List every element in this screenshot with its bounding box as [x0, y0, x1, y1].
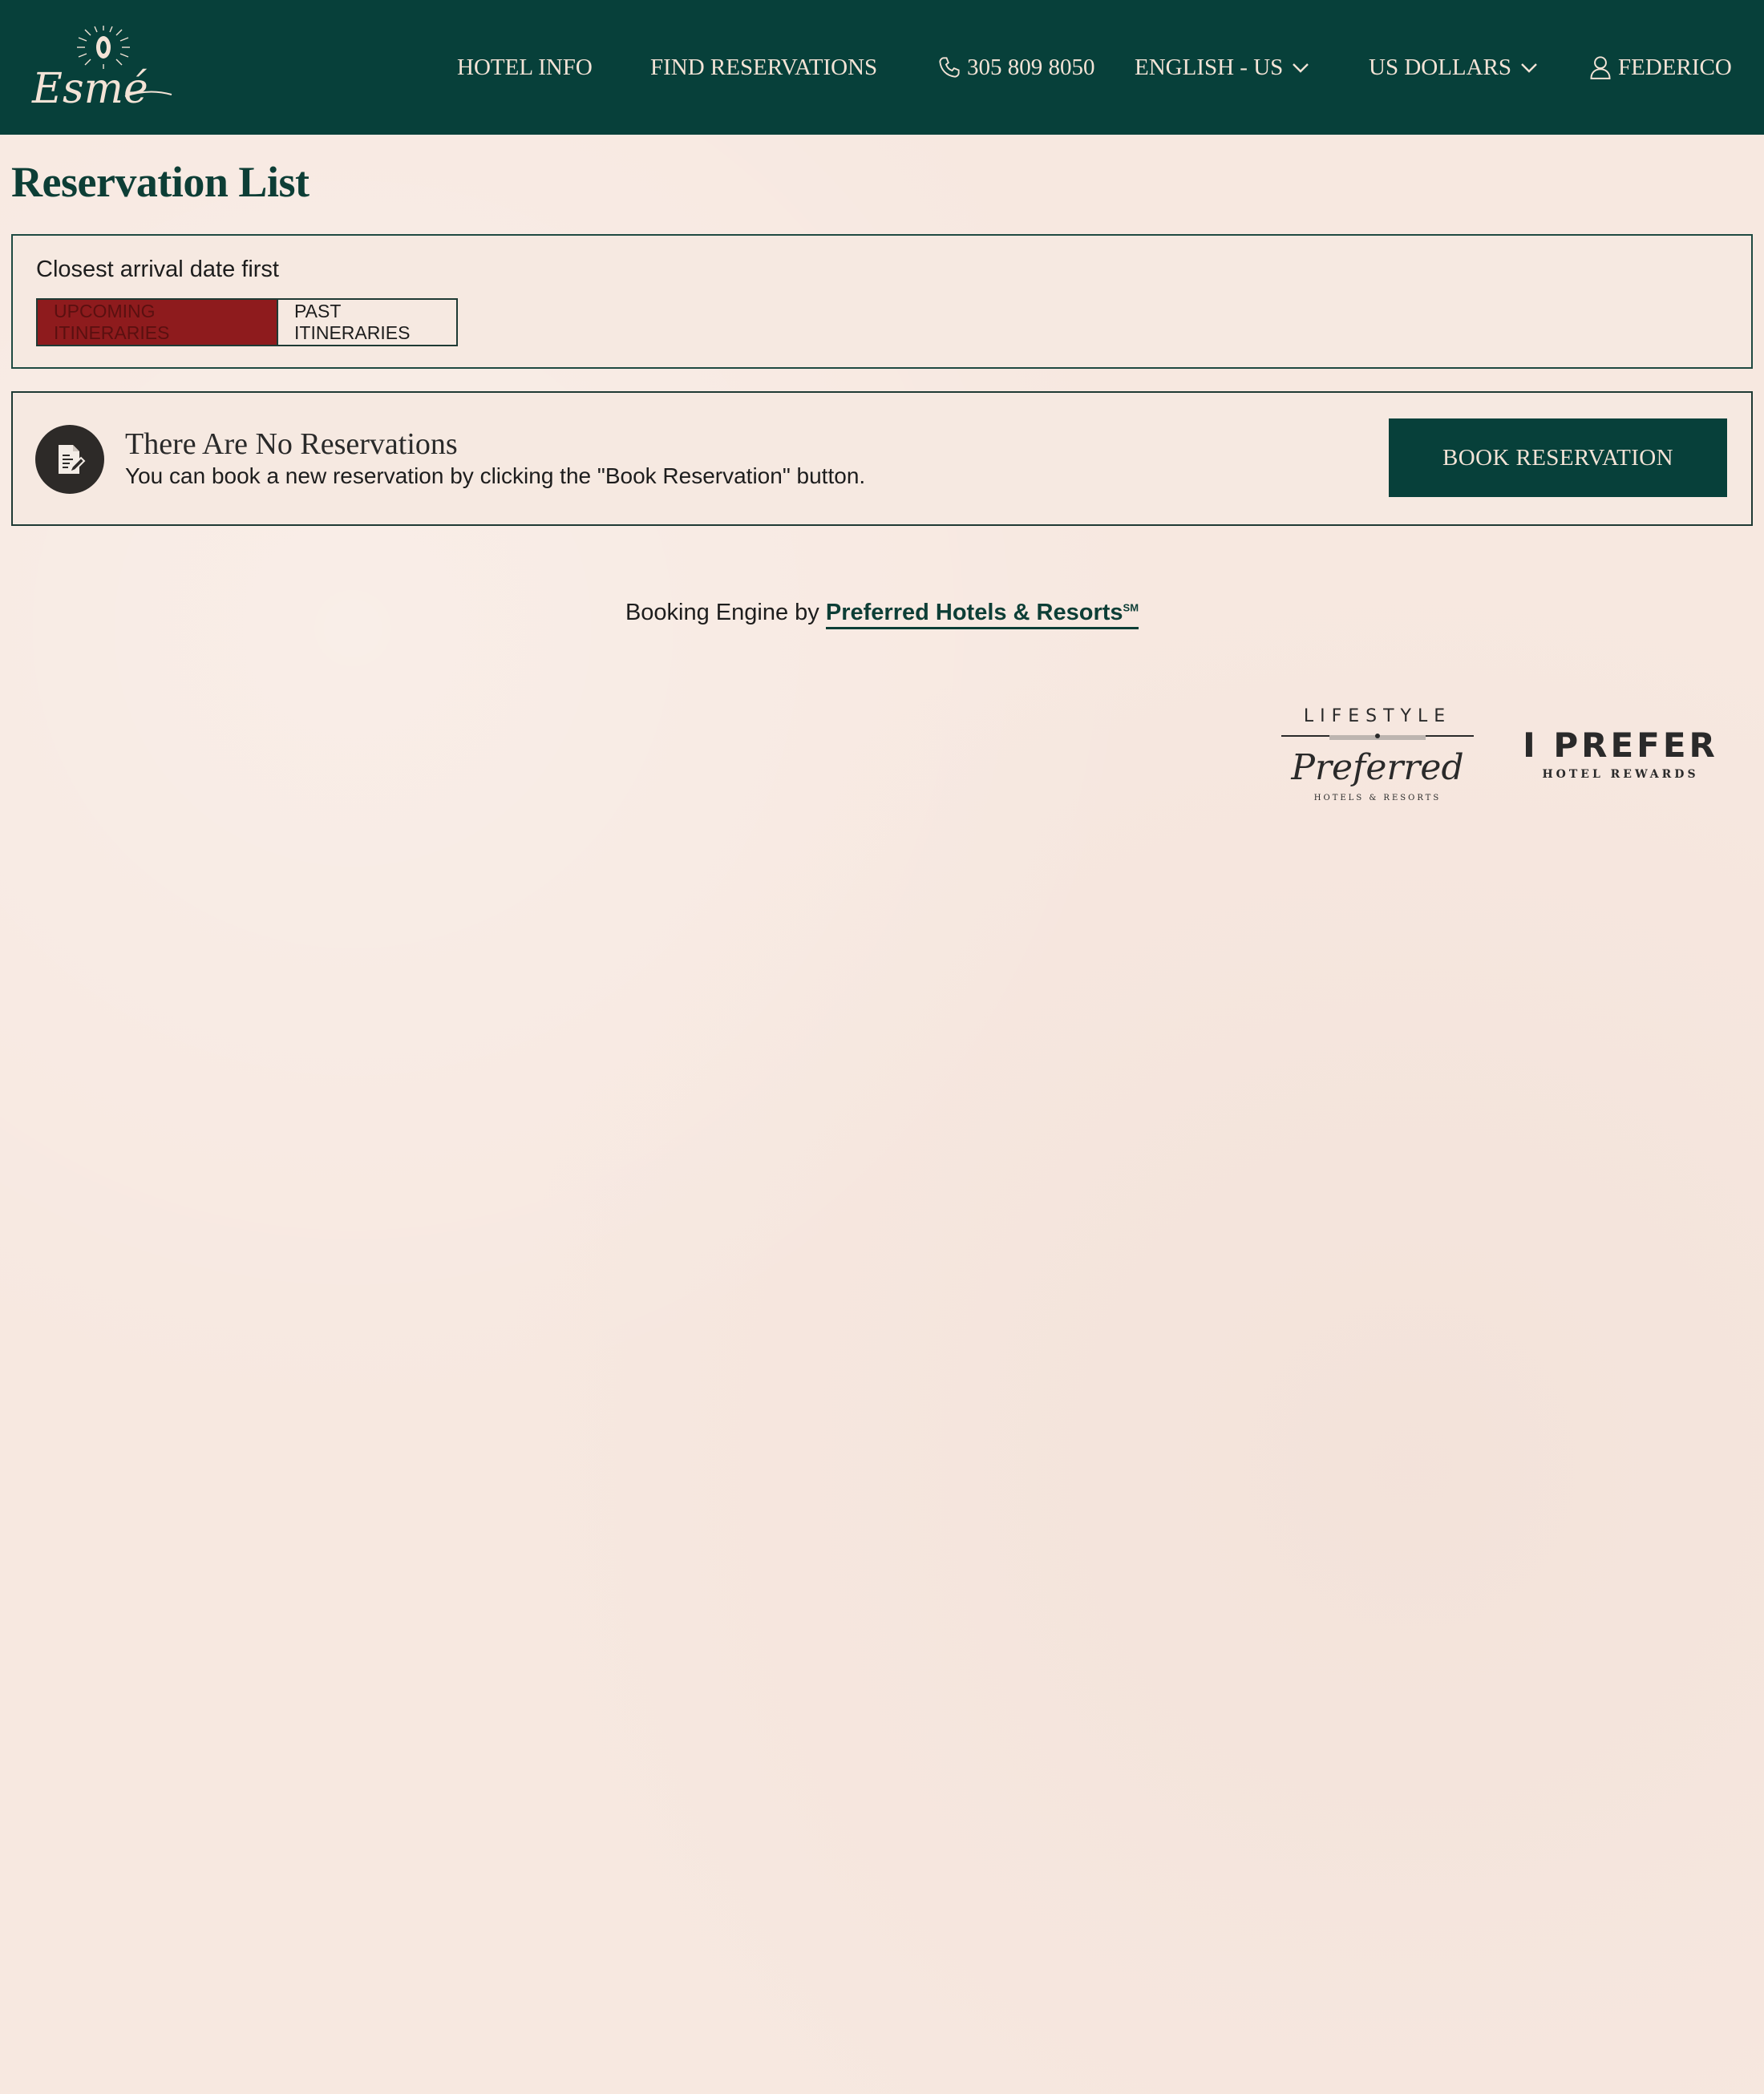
nav-find-reservations[interactable]: FIND RESERVATIONS — [650, 50, 877, 85]
powered-by: Booking Engine by Preferred Hotels & Res… — [0, 600, 1764, 629]
nav-hotel-info-label: HOTEL INFO — [457, 54, 593, 80]
esme-logo[interactable]: Esmé — [29, 24, 178, 112]
nav-currency-label: US DOLLARS — [1369, 54, 1512, 80]
lifestyle-preferred-logo[interactable]: LIFESTYLE Preferred HOTELS & RESORTS — [1280, 702, 1475, 806]
svg-text:Esmé: Esmé — [31, 65, 148, 112]
empty-state-description: You can book a new reservation by clicki… — [125, 463, 866, 488]
document-edit-icon — [35, 425, 104, 494]
chevron-down-icon — [1521, 63, 1537, 73]
svg-text:I PREFER: I PREFER — [1523, 726, 1718, 765]
svg-text:HOTEL REWARDS: HOTEL REWARDS — [1542, 768, 1698, 781]
page-title: Reservation List — [11, 158, 310, 206]
nav-user-account[interactable]: FEDERICO — [1589, 50, 1732, 85]
itinerary-tabs: UPCOMING ITINERARIES PAST ITINERARIES — [36, 298, 458, 346]
empty-state-title: There Are No Reservations — [125, 427, 458, 461]
tab-past-itineraries[interactable]: PAST ITINERARIES — [278, 300, 456, 345]
powered-by-prefix: Booking Engine by — [625, 600, 819, 625]
book-reservation-button[interactable]: BOOK RESERVATION — [1389, 418, 1727, 497]
tab-upcoming-itineraries[interactable]: UPCOMING ITINERARIES — [38, 300, 278, 345]
chevron-down-icon — [1293, 63, 1309, 73]
nav-currency-select[interactable]: US DOLLARS — [1369, 50, 1539, 85]
site-header: Esmé HOTEL INFO FIND RESERVATIONS 305 80… — [0, 0, 1764, 135]
svg-text:LIFESTYLE: LIFESTYLE — [1304, 706, 1451, 726]
phone-icon — [939, 57, 960, 78]
user-icon — [1590, 56, 1611, 79]
nav-language-label: ENGLISH - US — [1135, 54, 1284, 80]
nav-phone[interactable]: 305 809 8050 — [938, 50, 1095, 85]
nav-find-reservations-label: FIND RESERVATIONS — [650, 54, 878, 80]
nav-language-select[interactable]: ENGLISH - US — [1135, 50, 1310, 85]
empty-reservations-panel: There Are No Reservations You can book a… — [11, 391, 1753, 526]
nav-hotel-info[interactable]: HOTEL INFO — [457, 50, 593, 85]
nav-phone-label: 305 809 8050 — [967, 54, 1095, 80]
preferred-hotels-link-label: Preferred Hotels & Resorts — [825, 600, 1123, 625]
service-mark: SM — [1123, 601, 1139, 614]
sort-label: Closest arrival date first — [36, 257, 279, 282]
sort-panel: Closest arrival date first UPCOMING ITIN… — [11, 234, 1753, 369]
nav-user-label: FEDERICO — [1618, 54, 1732, 80]
svg-text:Preferred: Preferred — [1290, 747, 1463, 788]
preferred-hotels-link[interactable]: Preferred Hotels & ResortsSM — [825, 600, 1139, 629]
i-prefer-logo[interactable]: I PREFER HOTEL REWARDS — [1520, 725, 1721, 789]
svg-text:HOTELS & RESORTS: HOTELS & RESORTS — [1314, 794, 1441, 802]
